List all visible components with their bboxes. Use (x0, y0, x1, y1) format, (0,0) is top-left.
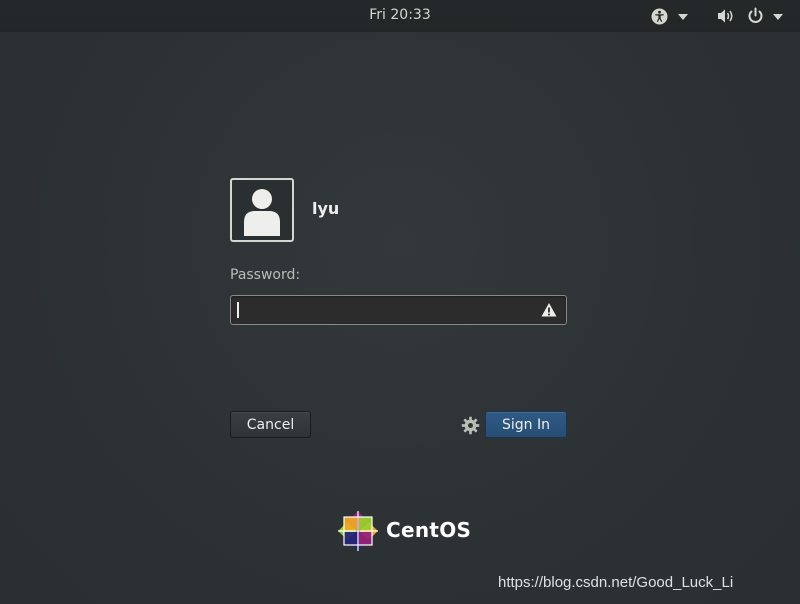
sign-in-button[interactable]: Sign In (485, 411, 567, 438)
accessibility-icon[interactable] (651, 8, 668, 25)
system-menu-chevron-down-icon[interactable] (773, 14, 783, 20)
username-label: lyu (312, 199, 340, 218)
text-cursor (237, 302, 239, 318)
watermark-text: https://blog.csdn.net/Good_Luck_Li (498, 574, 734, 591)
power-icon[interactable] (747, 7, 764, 24)
warning-icon (541, 303, 557, 317)
accessibility-menu-chevron-down-icon[interactable] (678, 14, 688, 20)
user-avatar[interactable] (230, 178, 294, 242)
user-icon (244, 189, 280, 236)
cancel-button[interactable]: Cancel (230, 411, 311, 438)
volume-icon[interactable] (717, 8, 735, 24)
centos-logo-icon (338, 511, 378, 551)
centos-wordmark: CentOS (386, 518, 472, 542)
top-bar: Fri 20:33 (0, 0, 800, 32)
password-field[interactable] (230, 295, 567, 325)
password-label: Password: (230, 267, 301, 283)
gear-icon[interactable] (461, 416, 480, 435)
